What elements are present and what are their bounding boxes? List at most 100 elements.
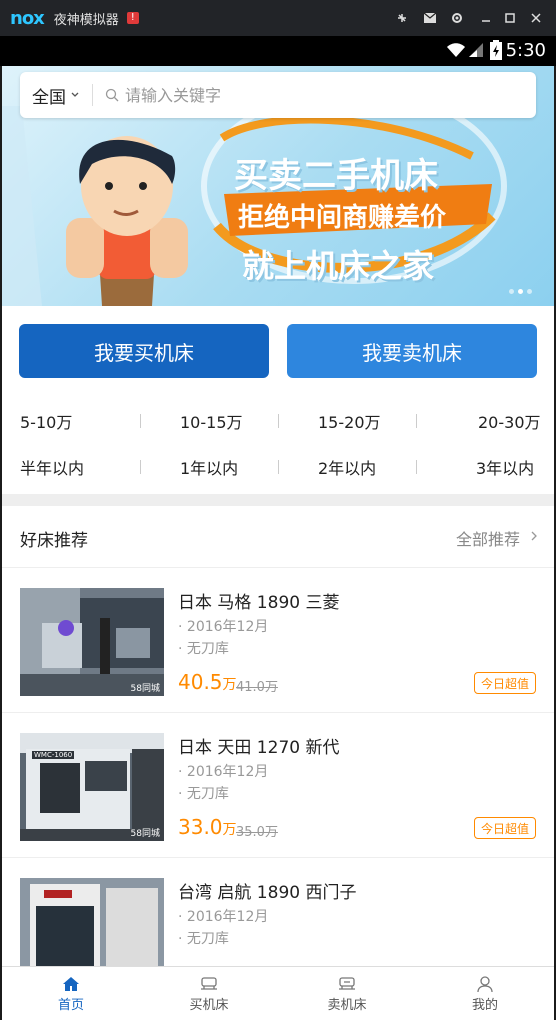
tab-profile[interactable]: 我的 [416,967,554,1020]
status-time: 5:30 [505,40,546,61]
tab-label: 首页 [57,997,84,1013]
thumbnail-watermark: 58同城 [130,684,160,694]
pin-icon[interactable] [392,8,412,28]
listing-title: 台湾 启航 1890 西门子 [178,883,357,903]
tab-label: 买机床 [189,997,229,1013]
signal-icon [469,43,483,57]
banner-slogan-1: 买卖二手机床 [234,156,438,196]
bottom-tab-bar: 首页 买机床 卖机床 我的 [2,966,554,1020]
recommend-header: 好床推荐 全部推荐 [2,506,554,568]
wifi-icon [447,43,465,57]
price-filter[interactable]: 5-10万 [20,409,72,433]
buy-machine-icon [201,976,217,990]
deal-badge: 今日超值 [474,672,536,694]
maximize-icon[interactable] [500,8,520,28]
settings-icon[interactable] [447,8,467,28]
listing-tool-value: 无刀库 [186,931,229,947]
emulator-titlebar: nox 夜神模拟器 ! [0,0,556,36]
price-unit: 万 [222,822,237,838]
carousel-dot-active[interactable] [518,289,523,294]
search-input[interactable] [125,85,505,105]
close-icon[interactable] [526,8,546,28]
sell-machine-icon [339,976,355,990]
filter-divider [416,414,417,428]
tab-home[interactable]: 首页 [2,967,140,1020]
filter-divider [278,414,279,428]
listing-old-price: 41.0万 [236,680,278,695]
cta-row: 我要买机床 我要卖机床 [2,306,554,398]
filter-divider [140,460,141,474]
price-value: 33.0 [178,815,223,839]
tab-sell[interactable]: 卖机床 [278,967,416,1020]
carousel-dots [509,289,532,294]
app-screen: 买卖二手机床 拒绝中间商赚差价 就上机床之家 全国 我要买机床 我要卖机床 5-… [2,66,554,1020]
alert-icon[interactable]: ! [126,12,139,24]
price-filter[interactable]: 10-15万 [180,409,243,433]
battery-icon [490,40,502,60]
price-value: 40.5 [178,670,223,694]
age-filter[interactable]: 1年以内 [180,455,238,479]
price-unit: 万 [222,677,237,693]
listing-date: · 2016年12月 [178,764,269,780]
status-bar: 5:30 [0,36,556,66]
listing-tool-value: 无刀库 [186,641,229,657]
sell-machine-button[interactable]: 我要卖机床 [287,324,537,378]
listing-card[interactable]: WMC-1060 58同城 日本 天田 1270 新代 · 2016年12月 ·… [2,713,554,858]
mail-icon[interactable] [420,8,440,28]
listing-old-price: 35.0万 [236,825,278,840]
listing-date-value: 2016年12月 [186,619,269,635]
listing-price: 33.0万 [178,815,237,839]
search-divider [92,84,93,106]
age-filter[interactable]: 半年以内 [20,455,84,479]
filter-divider [278,460,279,474]
filter-divider [140,414,141,428]
thumbnail-watermark: 58同城 [130,829,160,839]
search-icon [105,88,119,102]
price-filter[interactable]: 20-30万 [478,409,541,433]
nox-logo: nox [10,7,45,29]
filter-divider [416,460,417,474]
listing-title: 日本 马格 1890 三菱 [178,593,340,613]
listing-tool: · 无刀库 [178,786,229,802]
promo-banner[interactable]: 买卖二手机床 拒绝中间商赚差价 就上机床之家 全国 [2,66,554,306]
listing-title: 日本 天田 1270 新代 [178,738,340,758]
listing-tool-value: 无刀库 [186,786,229,802]
minimize-icon[interactable] [476,8,496,28]
chevron-right-icon[interactable] [530,530,538,542]
search-bar: 全国 [20,72,536,118]
listing-date-value: 2016年12月 [186,764,269,780]
age-filter-row: 半年以内 1年以内 2年以内 3年以内 [2,444,554,490]
listing-date: · 2016年12月 [178,909,269,925]
chevron-down-icon[interactable] [70,90,80,100]
listing-thumbnail: 58同城 [20,588,164,696]
carousel-dot[interactable] [509,289,514,294]
age-filter[interactable]: 3年以内 [476,455,534,479]
carousel-dot[interactable] [527,289,532,294]
home-icon [63,976,79,991]
listing-tool: · 无刀库 [178,931,229,947]
region-selector[interactable]: 全国 [32,83,66,108]
listing-tool: · 无刀库 [178,641,229,657]
price-filter[interactable]: 15-20万 [318,409,381,433]
view-all-link[interactable]: 全部推荐 [456,526,520,550]
emulator-title: 夜神模拟器 [53,12,119,28]
banner-slogan-3: 就上机床之家 [242,247,435,285]
recommend-title: 好床推荐 [20,531,88,551]
deal-badge: 今日超值 [474,817,536,839]
listing-date-value: 2016年12月 [186,909,269,925]
listing-thumbnail: WMC-1060 58同城 [20,733,164,841]
tab-label: 卖机床 [327,997,367,1013]
banner-slogan-2: 拒绝中间商赚差价 [238,203,447,233]
section-gap [2,494,554,506]
machine-label: WMC-1060 [32,751,75,759]
price-filter-row: 5-10万 10-15万 15-20万 20-30万 [2,398,554,444]
tab-buy[interactable]: 买机床 [140,967,278,1020]
listing-date: · 2016年12月 [178,619,269,635]
profile-icon [477,975,493,992]
tab-label: 我的 [471,997,498,1013]
buy-machine-button[interactable]: 我要买机床 [19,324,269,378]
cartoon-man [66,136,188,306]
age-filter[interactable]: 2年以内 [318,455,376,479]
listing-price: 40.5万 [178,670,237,694]
listing-card[interactable]: 58同城 日本 马格 1890 三菱 · 2016年12月 · 无刀库 40.5… [2,568,554,713]
